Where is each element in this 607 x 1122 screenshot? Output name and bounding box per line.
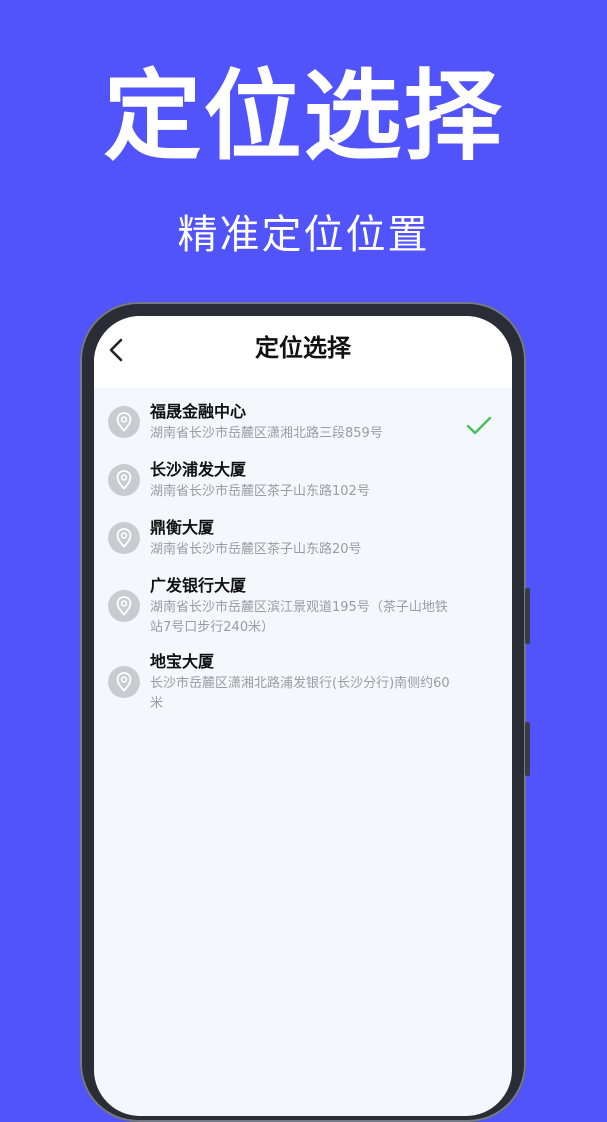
location-item[interactable]: 广发银行大厦 湖南省长沙市岳麓区滨江景观道195号（茶子山地铁站7号口步行240… <box>94 570 512 648</box>
location-address: 湖南省长沙市岳麓区滨江景观道195号（茶子山地铁站7号口步行240米） <box>150 600 448 635</box>
phone-side-button <box>525 722 530 776</box>
location-item[interactable]: 地宝大厦 长沙市岳麓区潇湘北路浦发银行(长沙分行)南侧约60米 <box>94 648 512 726</box>
top-bar: 定位选择 <box>94 316 512 388</box>
screen-title: 定位选择 <box>255 334 351 362</box>
phone-side-button <box>525 588 530 644</box>
location-pin-icon <box>108 406 140 438</box>
location-pin-icon <box>108 666 140 698</box>
location-item[interactable]: 福晟金融中心 湖南省长沙市岳麓区潇湘北路三段859号 <box>94 396 512 454</box>
location-address: 长沙市岳麓区潇湘北路浦发银行(长沙分行)南侧约60米 <box>150 676 450 711</box>
location-name: 福晟金融中心 <box>150 402 247 421</box>
location-address: 湖南省长沙市岳麓区茶子山东路20号 <box>150 542 362 557</box>
location-name: 鼎衡大厦 <box>150 518 215 537</box>
location-name: 长沙浦发大厦 <box>150 460 247 479</box>
location-name: 地宝大厦 <box>150 652 215 671</box>
location-item[interactable]: 鼎衡大厦 湖南省长沙市岳麓区茶子山东路20号 <box>94 512 512 570</box>
promo-subtitle: 精准定位位置 <box>177 212 430 258</box>
check-icon <box>466 416 492 436</box>
promo-title: 定位选择 <box>103 60 504 174</box>
location-address: 湖南省长沙市岳麓区潇湘北路三段859号 <box>150 426 383 441</box>
location-item[interactable]: 长沙浦发大厦 湖南省长沙市岳麓区茶子山东路102号 <box>94 454 512 512</box>
location-pin-icon <box>108 464 140 496</box>
location-address: 湖南省长沙市岳麓区茶子山东路102号 <box>150 484 370 499</box>
location-name: 广发银行大厦 <box>150 576 247 595</box>
location-pin-icon <box>108 590 140 622</box>
location-pin-icon <box>108 522 140 554</box>
phone-screen: 定位选择 福晟金融中心 湖南省长沙市岳麓区潇湘北路三段859号 长沙浦发大厦 湖… <box>94 316 512 1116</box>
phone-frame: 定位选择 福晟金融中心 湖南省长沙市岳麓区潇湘北路三段859号 长沙浦发大厦 湖… <box>80 302 530 1122</box>
location-list: 福晟金融中心 湖南省长沙市岳麓区潇湘北路三段859号 长沙浦发大厦 湖南省长沙市… <box>94 396 512 726</box>
